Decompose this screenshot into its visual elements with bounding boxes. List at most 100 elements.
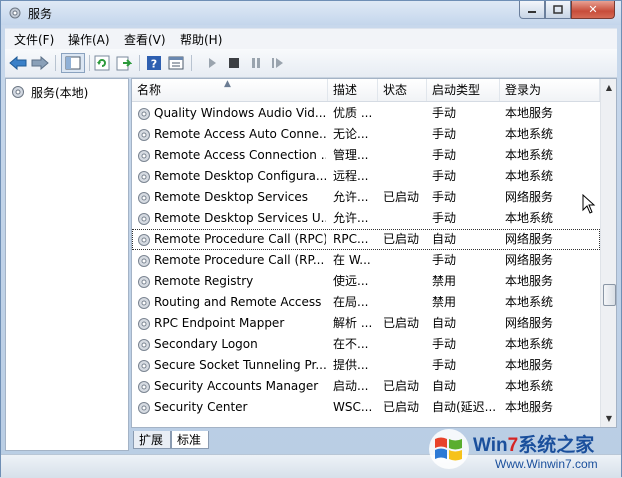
service-description: 允许... bbox=[333, 190, 369, 204]
service-status: 已启动 bbox=[383, 190, 420, 204]
show-hide-tree-button[interactable] bbox=[61, 53, 85, 73]
minimize-icon bbox=[528, 10, 536, 13]
service-row[interactable]: Remote Desktop Configura... 远程... 手动 本地系统 bbox=[132, 166, 600, 187]
service-gear-icon bbox=[138, 255, 150, 267]
service-startup-type: 手动 bbox=[432, 358, 457, 372]
menu-help[interactable]: 帮助(H) bbox=[180, 31, 222, 48]
column-header-name[interactable]: ▲ 名称 bbox=[132, 79, 328, 101]
watermark-brand: Win7系统之家 bbox=[473, 435, 595, 456]
service-description: 在不... bbox=[333, 337, 369, 351]
forward-icon bbox=[31, 56, 49, 70]
service-row[interactable]: Secondary Logon 在不... 手动 本地系统 bbox=[132, 334, 600, 355]
service-status: 已启动 bbox=[383, 232, 420, 246]
pause-service-button[interactable] bbox=[247, 54, 265, 72]
properties-icon bbox=[168, 56, 184, 70]
service-logon-as: 网络服务 bbox=[505, 232, 554, 246]
scroll-up-icon[interactable]: ▲ bbox=[601, 79, 616, 96]
service-row[interactable]: Remote Procedure Call (RP... 在 W... 手动 网络服务 bbox=[132, 250, 600, 271]
refresh-button[interactable] bbox=[93, 54, 111, 72]
service-row[interactable]: Security Accounts Manager 启动... 已启动 自动 本地系统 bbox=[132, 376, 600, 397]
service-description: 解析 ... bbox=[333, 316, 373, 330]
service-name: Quality Windows Audio Vid... bbox=[154, 106, 326, 120]
service-startup-type: 自动 bbox=[432, 316, 457, 330]
column-header-logon[interactable]: 登录为 bbox=[500, 79, 600, 101]
menu-file[interactable]: 文件(F) bbox=[14, 31, 54, 48]
services-window: 服务 ✕ 文件(F) 操作(A) 查看(V) 帮助(H) ? 服务(本地) ▲ … bbox=[0, 0, 622, 478]
service-startup-type: 手动 bbox=[432, 169, 457, 183]
service-name: Secondary Logon bbox=[154, 337, 258, 351]
vertical-scrollbar[interactable]: ▲ ▼ bbox=[600, 79, 616, 427]
service-row[interactable]: Remote Procedure Call (RPC) RPC... 已启动 自动 网络… bbox=[132, 229, 600, 250]
column-logon-label: 登录为 bbox=[505, 83, 542, 97]
service-description: 允许... bbox=[333, 211, 369, 225]
service-name: Remote Procedure Call (RPC) bbox=[154, 232, 326, 246]
tab-standard[interactable]: 标准 bbox=[171, 431, 209, 449]
service-description: 使远... bbox=[333, 274, 369, 288]
service-logon-as: 本地服务 bbox=[505, 400, 554, 414]
service-row[interactable]: Remote Access Connection ... 管理... 手动 本地系统 bbox=[132, 145, 600, 166]
properties-button[interactable] bbox=[167, 54, 185, 72]
service-name: Remote Access Connection ... bbox=[154, 148, 326, 162]
service-startup-type: 手动 bbox=[432, 148, 457, 162]
service-row[interactable]: Security Center WSC... 已启动 自动(延迟... 本地服务 bbox=[132, 397, 600, 418]
start-service-button[interactable] bbox=[203, 54, 221, 72]
service-name: Remote Registry bbox=[154, 274, 254, 288]
service-row[interactable]: Remote Registry 使远... 禁用 本地服务 bbox=[132, 271, 600, 292]
maximize-button[interactable] bbox=[545, 1, 571, 19]
column-header-startup[interactable]: 启动类型 bbox=[427, 79, 500, 101]
service-gear-icon bbox=[138, 213, 150, 225]
stop-service-button[interactable] bbox=[225, 54, 243, 72]
service-name: RPC Endpoint Mapper bbox=[154, 316, 285, 330]
service-status: 已启动 bbox=[383, 400, 420, 414]
column-header-desc[interactable]: 描述 bbox=[328, 79, 378, 101]
service-name: Remote Access Auto Conne... bbox=[154, 127, 326, 141]
menu-bar: 文件(F) 操作(A) 查看(V) 帮助(H) bbox=[5, 28, 617, 49]
tab-extended[interactable]: 扩展 bbox=[133, 431, 171, 449]
service-row[interactable]: RPC Endpoint Mapper 解析 ... 已启动 自动 网络服务 bbox=[132, 313, 600, 334]
service-logon-as: 本地系统 bbox=[505, 127, 554, 141]
service-status: 已启动 bbox=[383, 316, 420, 330]
scroll-thumb[interactable] bbox=[603, 284, 616, 306]
services-list-pane: ▲ 名称 描述 状态 启动类型 登录为 Quality Windows Audi… bbox=[131, 78, 617, 428]
console-tree-pane: 服务(本地) bbox=[5, 78, 129, 451]
minimize-button[interactable] bbox=[519, 1, 545, 19]
restart-service-button[interactable] bbox=[269, 54, 287, 72]
help-button[interactable]: ? bbox=[145, 54, 163, 72]
windows-logo-icon bbox=[429, 429, 469, 469]
menu-view[interactable]: 查看(V) bbox=[124, 31, 166, 48]
pause-icon bbox=[252, 58, 260, 68]
watermark-logo: Win7系统之家 Www.Winwin7.com bbox=[425, 423, 621, 477]
service-logon-as: 本地系统 bbox=[505, 379, 554, 393]
service-row[interactable]: Remote Access Auto Conne... 无论... 手动 本地系统 bbox=[132, 124, 600, 145]
menu-action[interactable]: 操作(A) bbox=[68, 31, 110, 48]
service-name: Security Accounts Manager bbox=[154, 379, 319, 393]
service-row[interactable]: Remote Desktop Services U... 允许... 手动 本地系统 bbox=[132, 208, 600, 229]
svg-text:?: ? bbox=[151, 58, 157, 71]
service-name: Secure Socket Tunneling Pr... bbox=[154, 358, 326, 372]
service-row[interactable]: Quality Windows Audio Vid... 优质 ... 手动 本地服务 bbox=[132, 103, 600, 124]
tree-node-services-local[interactable]: 服务(本地) bbox=[31, 84, 88, 101]
service-row[interactable]: Secure Socket Tunneling Pr... 提供... 手动 本地服务 bbox=[132, 355, 600, 376]
service-logon-as: 本地服务 bbox=[505, 274, 554, 288]
service-description: 远程... bbox=[333, 169, 369, 183]
service-status: 已启动 bbox=[383, 379, 420, 393]
service-row[interactable]: Routing and Remote Access 在局... 禁用 本地系统 bbox=[132, 292, 600, 313]
list-header: ▲ 名称 描述 状态 启动类型 登录为 bbox=[132, 79, 600, 102]
title-bar[interactable]: 服务 ✕ bbox=[1, 1, 621, 25]
column-header-status[interactable]: 状态 bbox=[378, 79, 427, 101]
toolbar: ? bbox=[5, 49, 617, 78]
export-button[interactable] bbox=[115, 54, 133, 72]
service-startup-type: 手动 bbox=[432, 190, 457, 204]
back-button[interactable] bbox=[9, 54, 27, 72]
services-gear-icon bbox=[12, 86, 24, 98]
service-startup-type: 手动 bbox=[432, 211, 457, 225]
service-row[interactable]: Remote Desktop Services 允许... 已启动 手动 网络服务 bbox=[132, 187, 600, 208]
close-button[interactable]: ✕ bbox=[571, 1, 615, 19]
service-description: 管理... bbox=[333, 148, 369, 162]
forward-button[interactable] bbox=[31, 54, 49, 72]
service-startup-type: 自动(延迟... bbox=[432, 400, 497, 414]
service-logon-as: 本地服务 bbox=[505, 358, 554, 372]
service-logon-as: 本地系统 bbox=[505, 337, 554, 351]
service-description: WSC... bbox=[333, 400, 373, 414]
service-gear-icon bbox=[138, 129, 150, 141]
